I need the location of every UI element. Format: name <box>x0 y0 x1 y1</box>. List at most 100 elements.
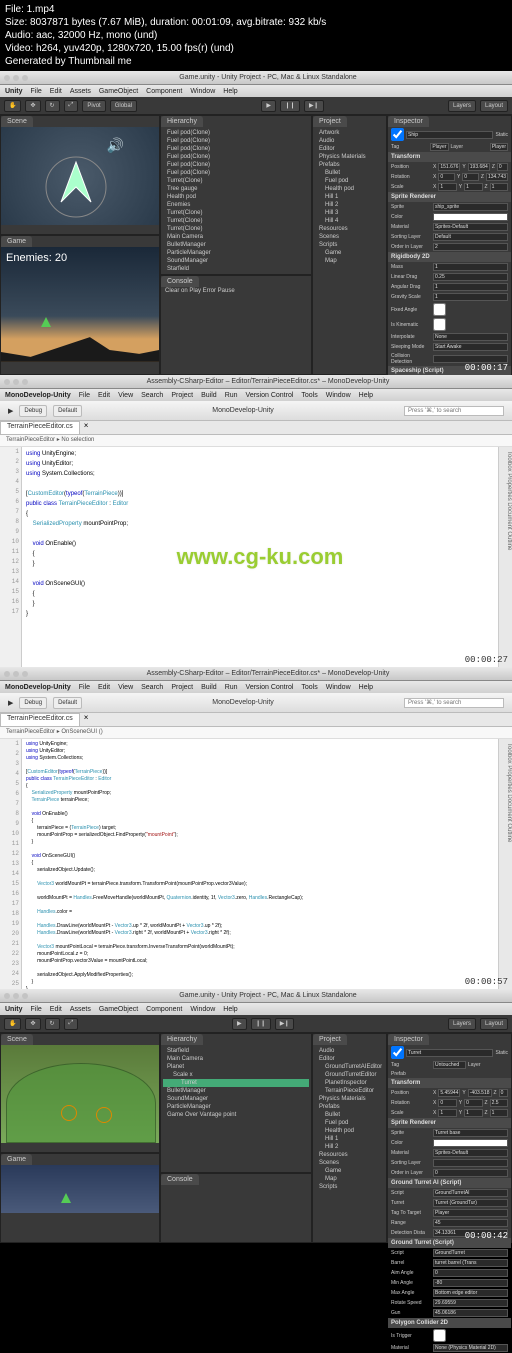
project-item[interactable]: Fuel pod <box>315 1119 384 1127</box>
hierarchy-item[interactable]: Health pod <box>163 193 309 201</box>
rot-y[interactable]: 0 <box>462 173 479 181</box>
project-item[interactable]: Hill 2 <box>315 201 384 209</box>
minimize-dot[interactable] <box>13 379 19 385</box>
order-field[interactable]: 2 <box>433 243 508 251</box>
scene-view[interactable] <box>1 1045 159 1143</box>
project-item[interactable]: Health pod <box>315 185 384 193</box>
scale-tool[interactable]: ⤢ <box>64 100 79 112</box>
project-item[interactable]: Health pod <box>315 1127 384 1135</box>
menu-view[interactable]: View <box>118 392 133 399</box>
project-item[interactable]: Game <box>315 249 384 257</box>
project-item[interactable]: GroundTurretAIEditor <box>315 1063 384 1071</box>
scale-z[interactable]: 1 <box>490 1109 508 1117</box>
active-checkbox[interactable] <box>391 128 404 141</box>
mass-field[interactable]: 1 <box>433 263 508 271</box>
step-btn[interactable]: ▶❙ <box>304 100 324 112</box>
project-item[interactable]: Hill 1 <box>315 1135 384 1143</box>
project-item[interactable]: Fuel pod <box>315 177 384 185</box>
scale-x[interactable]: 1 <box>438 1109 456 1117</box>
close-dot[interactable] <box>4 671 10 677</box>
project-tab[interactable]: Project <box>313 116 347 127</box>
run-icon[interactable]: ▶ <box>8 407 13 415</box>
menu-run[interactable]: Run <box>225 392 238 399</box>
app-name[interactable]: Unity <box>5 1006 23 1013</box>
sprite-field[interactable]: ship_sprite <box>433 203 508 211</box>
left-tab[interactable]: MonoDevelop-Unity <box>212 699 273 706</box>
hand-tool[interactable]: ✋ <box>4 100 21 112</box>
adrag-field[interactable]: 1 <box>433 283 508 291</box>
transform-header[interactable]: Transform <box>388 1078 511 1088</box>
gravity-field[interactable]: 1 <box>433 293 508 301</box>
scale-z[interactable]: 1 <box>490 183 508 191</box>
project-item[interactable]: Hill 2 <box>315 1143 384 1151</box>
hierarchy-item[interactable]: BulletManager <box>163 241 309 249</box>
play-btn[interactable]: ▶ <box>232 1018 247 1030</box>
rot-z[interactable]: 2.5 <box>490 1099 508 1107</box>
hierarchy-item[interactable]: Starfield <box>163 265 309 273</box>
project-item[interactable]: Prefabs <box>315 161 384 169</box>
console-tab[interactable]: Console <box>161 1174 199 1185</box>
scene-tab[interactable]: Scene <box>1 116 33 127</box>
pos-x[interactable]: 151.676 <box>438 163 460 171</box>
scale-x[interactable]: 1 <box>438 183 456 191</box>
hierarchy-item[interactable]: Fuel pod(Clone) <box>163 145 309 153</box>
sorting-field[interactable]: Default <box>433 233 508 241</box>
script-field[interactable]: GroundTurret <box>433 1249 508 1257</box>
console-options[interactable]: Clear on Play Error Pause <box>161 287 311 295</box>
menu-assets[interactable]: Assets <box>70 88 91 95</box>
transform-header[interactable]: Transform <box>388 152 511 162</box>
sleep-field[interactable]: Start Awake <box>433 343 508 351</box>
object-name[interactable]: Ship <box>406 131 493 139</box>
menu-gameobject[interactable]: GameObject <box>99 1006 138 1013</box>
pos-z[interactable]: 0 <box>499 1089 508 1097</box>
menu-vc[interactable]: Version Control <box>246 684 294 691</box>
hierarchy-item[interactable]: Fuel pod(Clone) <box>163 137 309 145</box>
layout-dropdown[interactable]: Layout <box>480 1018 508 1030</box>
hierarchy-item[interactable]: Fuel pod(Clone) <box>163 169 309 177</box>
menu-tools[interactable]: Tools <box>301 392 317 399</box>
menu-file[interactable]: File <box>79 392 90 399</box>
close-tab-icon[interactable]: × <box>84 421 89 434</box>
project-item[interactable]: Audio <box>315 137 384 145</box>
scale-tool[interactable]: ⤢ <box>64 1018 79 1030</box>
hierarchy-item[interactable]: SoundManager <box>163 257 309 265</box>
step-btn[interactable]: ▶❙ <box>275 1018 295 1030</box>
hierarchy-item[interactable]: ParticleManager <box>163 249 309 257</box>
inspector-tab[interactable]: Inspector <box>388 1034 429 1045</box>
menu-assets[interactable]: Assets <box>70 1006 91 1013</box>
project-item[interactable]: Game <box>315 1167 384 1175</box>
search-input[interactable] <box>404 406 504 416</box>
close-dot[interactable] <box>4 993 10 999</box>
menu-vc[interactable]: Version Control <box>246 392 294 399</box>
rot-y[interactable]: 0 <box>464 1099 482 1107</box>
game-view[interactable] <box>1 1165 159 1213</box>
file-tab[interactable]: TerrainPieceEditor.cs <box>0 713 80 726</box>
menu-help[interactable]: Help <box>359 684 373 691</box>
project-item[interactable]: TerrainPieceEditor <box>315 1087 384 1095</box>
gizmo-circle[interactable] <box>96 1107 112 1123</box>
polygon-collider-header[interactable]: Polygon Collider 2D <box>388 1318 511 1328</box>
side-tabs[interactable]: Toolbox Properties Document Outline <box>498 447 512 667</box>
layers-dropdown[interactable]: Layers <box>448 1018 476 1030</box>
hierarchy-tab[interactable]: Hierarchy <box>161 116 203 127</box>
active-checkbox[interactable] <box>391 1046 404 1059</box>
app-name[interactable]: MonoDevelop-Unity <box>5 684 71 691</box>
turret-field[interactable]: Turret (GroundTur) <box>433 1199 508 1207</box>
fixed-angle-cb[interactable] <box>433 303 446 316</box>
project-item[interactable]: Scripts <box>315 1183 384 1191</box>
order-field[interactable]: 0 <box>433 1169 508 1177</box>
hierarchy-item[interactable]: Turret(Clone) <box>163 217 309 225</box>
kinematic-cb[interactable] <box>433 318 446 331</box>
play-btn[interactable]: ▶ <box>261 100 276 112</box>
close-tab-icon[interactable]: × <box>84 713 89 726</box>
min-field[interactable]: -80 <box>433 1279 508 1287</box>
menu-project[interactable]: Project <box>171 392 193 399</box>
menu-help[interactable]: Help <box>359 392 373 399</box>
project-tab[interactable]: Project <box>313 1034 347 1045</box>
project-item[interactable]: Hill 3 <box>315 209 384 217</box>
debug-dropdown[interactable]: Debug <box>19 697 47 709</box>
rigidbody-header[interactable]: Rigidbody 2D <box>388 252 511 262</box>
global-btn[interactable]: Global <box>110 100 137 112</box>
hierarchy-item[interactable]: Fuel pod(Clone) <box>163 129 309 137</box>
menu-component[interactable]: Component <box>146 1006 182 1013</box>
